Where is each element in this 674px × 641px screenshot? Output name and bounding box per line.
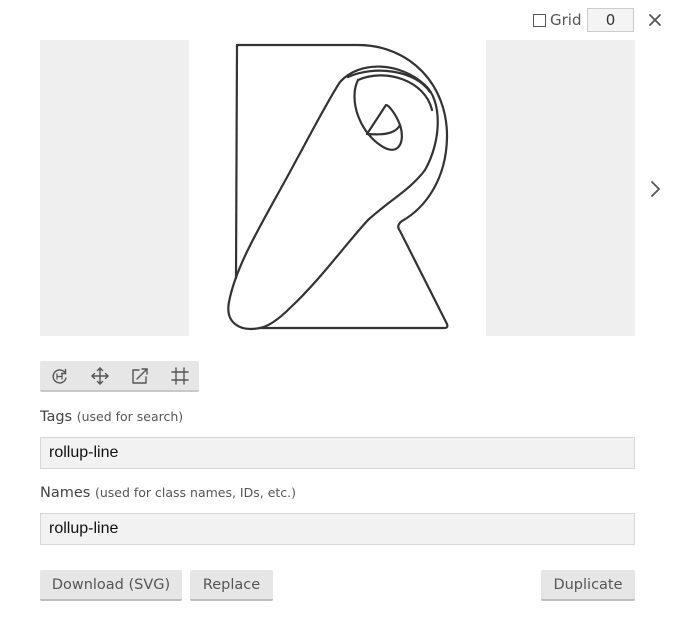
names-input[interactable] [40, 513, 635, 545]
replace-button[interactable]: Replace [190, 570, 273, 601]
grid-label: Grid [550, 11, 582, 29]
close-icon [649, 14, 661, 26]
rotate-tool[interactable] [50, 366, 70, 386]
rotate-icon [52, 368, 67, 384]
names-label-text: Names [40, 485, 91, 501]
move-tool[interactable] [90, 366, 110, 386]
icon-editor-dialog: Grid 0 Tags (used for search) rollup-lin… [0, 0, 674, 641]
chevron-right-icon [651, 181, 660, 197]
tags-hint: (used for search) [76, 409, 184, 424]
tags-label: Tags (used for search) [40, 409, 183, 425]
grid-toggle[interactable]: Grid [533, 11, 581, 29]
download-svg-button[interactable]: Download (SVG) [40, 570, 182, 601]
close-button[interactable] [645, 10, 665, 30]
names-hint: (used for class names, IDs, etc.) [94, 485, 297, 500]
glyph-preview [210, 40, 466, 336]
resize-icon [132, 368, 148, 384]
transform-toolbar [40, 361, 199, 392]
crop-grid-icon [171, 367, 189, 385]
rollup-line-glyph [227, 43, 449, 330]
next-glyph-preview[interactable] [486, 40, 635, 336]
grid-crop-tool[interactable] [170, 366, 190, 386]
previous-glyph-preview[interactable] [40, 40, 189, 336]
move-icon [91, 367, 109, 385]
tags-input[interactable] [40, 437, 635, 469]
grid-size-input[interactable] [587, 8, 634, 32]
tags-label-text: Tags [40, 409, 73, 425]
next-glyph-button[interactable] [646, 178, 666, 200]
names-label: Names (used for class names, IDs, etc.) [40, 485, 296, 501]
grid-checkbox[interactable] [533, 13, 546, 27]
duplicate-button[interactable]: Duplicate [541, 570, 635, 601]
resize-tool[interactable] [130, 366, 150, 386]
